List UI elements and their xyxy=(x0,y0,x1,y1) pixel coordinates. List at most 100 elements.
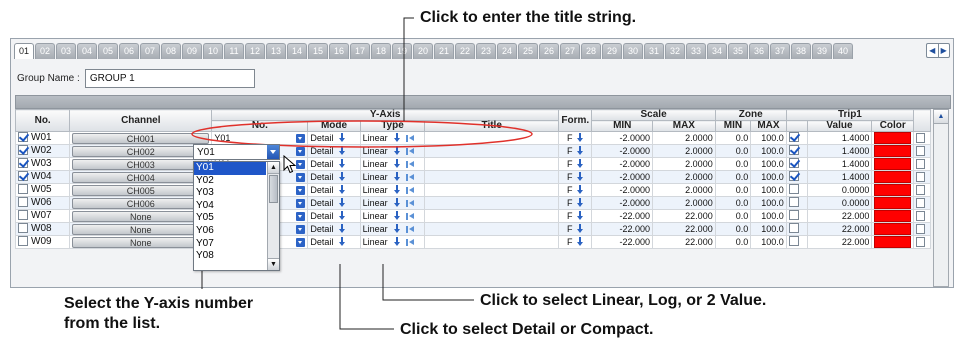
title-edit-icon[interactable] xyxy=(405,147,415,156)
selection-arrow-icon[interactable] xyxy=(393,237,401,247)
tab-prev-button[interactable]: ◀ xyxy=(927,44,938,57)
dropdown-option-y06[interactable]: Y06 xyxy=(194,225,266,238)
dropdown-scroll-up-icon[interactable]: ▲ xyxy=(268,162,279,174)
extra-cell[interactable] xyxy=(913,170,931,184)
type-cell[interactable]: Linear xyxy=(359,209,426,223)
title-edit-icon[interactable] xyxy=(405,238,415,247)
trip-value-cell[interactable]: 0.0000 xyxy=(806,196,873,210)
row-number-cell[interactable]: W01 xyxy=(14,131,71,145)
selection-arrow-icon[interactable] xyxy=(393,211,401,221)
selection-arrow-icon[interactable] xyxy=(393,198,401,208)
zone-max-cell[interactable]: 100.0 xyxy=(750,222,787,236)
extra-checkbox[interactable] xyxy=(916,211,925,221)
trip-color-swatch[interactable] xyxy=(874,210,912,222)
format-cell[interactable]: F xyxy=(558,144,593,158)
trip-value-cell[interactable]: 1.4000 xyxy=(806,170,873,184)
tab-02[interactable]: 02 xyxy=(35,43,55,59)
tab-31[interactable]: 31 xyxy=(644,43,664,59)
chevron-down-icon[interactable] xyxy=(296,185,306,195)
type-cell[interactable]: Linear xyxy=(359,170,426,184)
selection-arrow-icon[interactable] xyxy=(338,237,346,247)
extra-checkbox[interactable] xyxy=(916,159,925,169)
tab-07[interactable]: 07 xyxy=(140,43,160,59)
trip-enable-checkbox[interactable] xyxy=(788,158,799,168)
extra-cell[interactable] xyxy=(913,209,931,223)
tab-22[interactable]: 22 xyxy=(455,43,475,59)
tab-32[interactable]: 32 xyxy=(665,43,685,59)
trip-color-swatch[interactable] xyxy=(874,197,912,209)
tab-05[interactable]: 05 xyxy=(98,43,118,59)
trip-color-cell[interactable] xyxy=(871,209,915,223)
dropdown-option-y08[interactable]: Y08 xyxy=(194,250,266,263)
selection-arrow-icon[interactable] xyxy=(576,159,584,169)
trip-color-cell[interactable] xyxy=(871,157,915,171)
tab-next-button[interactable]: ▶ xyxy=(937,44,950,57)
trip-enable-cell[interactable] xyxy=(785,170,808,184)
scale-min-cell[interactable]: -2.0000 xyxy=(591,144,654,158)
trip-color-cell[interactable] xyxy=(871,131,915,145)
extra-cell[interactable] xyxy=(913,235,931,249)
row-enable-checkbox[interactable] xyxy=(18,132,28,142)
chevron-down-icon[interactable] xyxy=(267,145,279,159)
format-cell[interactable]: F xyxy=(558,170,593,184)
scale-max-cell[interactable]: 22.000 xyxy=(652,209,716,223)
trip-color-cell[interactable] xyxy=(871,196,915,210)
selection-arrow-icon[interactable] xyxy=(576,198,584,208)
tab-30[interactable]: 30 xyxy=(623,43,643,59)
mode-cell[interactable]: Detail xyxy=(307,183,361,197)
trip-color-cell[interactable] xyxy=(871,235,915,249)
chevron-down-icon[interactable] xyxy=(296,159,306,169)
type-cell[interactable]: Linear xyxy=(359,157,426,171)
zone-min-cell[interactable]: 0.0 xyxy=(714,196,752,210)
zone-max-cell[interactable]: 100.0 xyxy=(750,170,787,184)
trip-value-cell[interactable]: 22.000 xyxy=(806,235,873,249)
tab-09[interactable]: 09 xyxy=(182,43,202,59)
tab-24[interactable]: 24 xyxy=(497,43,517,59)
channel-button[interactable]: CH002 xyxy=(72,145,210,157)
tab-06[interactable]: 06 xyxy=(119,43,139,59)
tab-10[interactable]: 10 xyxy=(203,43,223,59)
selection-arrow-icon[interactable] xyxy=(338,211,346,221)
row-number-cell[interactable]: W06 xyxy=(14,196,71,210)
selection-arrow-icon[interactable] xyxy=(338,224,346,234)
title-edit-icon[interactable] xyxy=(405,160,415,169)
zone-max-cell[interactable]: 100.0 xyxy=(750,235,787,249)
extra-checkbox[interactable] xyxy=(916,198,925,208)
zone-max-cell[interactable]: 100.0 xyxy=(750,131,787,145)
title-cell[interactable] xyxy=(424,144,560,158)
dropdown-scroll-down-icon[interactable]: ▼ xyxy=(268,258,279,270)
trip-value-cell[interactable]: 0.0000 xyxy=(806,183,873,197)
trip-color-swatch[interactable] xyxy=(874,158,912,170)
selection-arrow-icon[interactable] xyxy=(393,185,401,195)
extra-cell[interactable] xyxy=(913,196,931,210)
zone-min-cell[interactable]: 0.0 xyxy=(714,183,752,197)
trip-enable-checkbox[interactable] xyxy=(788,132,799,142)
chevron-down-icon[interactable] xyxy=(296,172,306,182)
trip-color-swatch[interactable] xyxy=(874,184,912,196)
title-edit-icon[interactable] xyxy=(405,212,415,221)
trip-enable-cell[interactable] xyxy=(785,183,808,197)
y-axis-number-cell[interactable]: Y01 xyxy=(211,131,309,145)
trip-color-swatch[interactable] xyxy=(874,145,912,157)
trip-value-cell[interactable]: 1.4000 xyxy=(806,144,873,158)
tab-25[interactable]: 25 xyxy=(518,43,538,59)
scale-max-cell[interactable]: 2.0000 xyxy=(652,131,716,145)
extra-cell[interactable] xyxy=(913,157,931,171)
scale-max-cell[interactable]: 2.0000 xyxy=(652,183,716,197)
scale-max-cell[interactable]: 2.0000 xyxy=(652,157,716,171)
tab-14[interactable]: 14 xyxy=(287,43,307,59)
trip-color-swatch[interactable] xyxy=(874,132,912,144)
channel-button[interactable]: CH003 xyxy=(72,158,210,170)
trip-enable-cell[interactable] xyxy=(785,131,808,145)
scale-min-cell[interactable]: -22.000 xyxy=(591,222,654,236)
trip-enable-checkbox[interactable] xyxy=(788,236,799,246)
type-cell[interactable]: Linear xyxy=(359,196,426,210)
tab-13[interactable]: 13 xyxy=(266,43,286,59)
format-cell[interactable]: F xyxy=(558,196,593,210)
tab-27[interactable]: 27 xyxy=(560,43,580,59)
chevron-down-icon[interactable] xyxy=(296,198,306,208)
title-cell[interactable] xyxy=(424,183,560,197)
channel-button[interactable]: CH004 xyxy=(72,171,210,183)
selection-arrow-icon[interactable] xyxy=(576,133,584,143)
selection-arrow-icon[interactable] xyxy=(338,159,346,169)
